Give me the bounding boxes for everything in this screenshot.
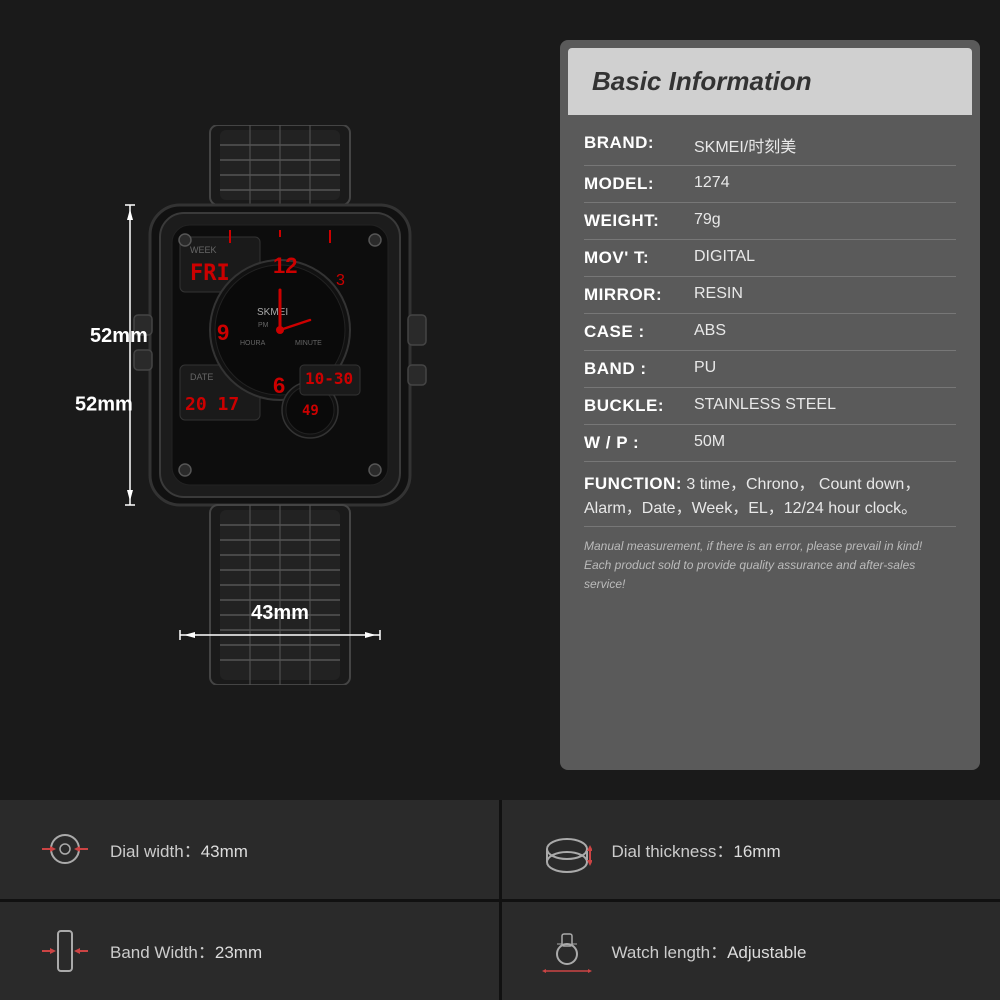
spec-key-2: Band Width： <box>110 943 215 962</box>
svg-text:10-30: 10-30 <box>305 369 353 388</box>
svg-text:3: 3 <box>336 272 345 289</box>
spec-val-0: 43mm <box>201 842 248 861</box>
info-row-value: STAINLESS STEEL <box>694 396 836 414</box>
band-width-icon <box>40 926 90 976</box>
svg-text:6: 6 <box>273 373 285 398</box>
info-row-value: RESIN <box>694 285 743 303</box>
spec-key-3: Watch length： <box>612 943 728 962</box>
function-label: FUNCTION: <box>584 474 682 493</box>
svg-text:SKMEI: SKMEI <box>257 307 288 318</box>
spec-cell-2: Band Width：23mm <box>0 902 499 1000</box>
svg-text:DATE: DATE <box>190 372 213 382</box>
spec-key-0: Dial width： <box>110 842 201 861</box>
info-row-value: 1274 <box>694 174 730 192</box>
spec-cell-0: Dial width：43mm <box>0 800 499 899</box>
info-row-value: ABS <box>694 322 726 340</box>
watch-drawing-wrapper: WEEK FRI DATE 20 17 <box>90 125 470 685</box>
note-line2: Each product sold to provide quality ass… <box>584 558 915 591</box>
info-row-label: W / P : <box>584 433 694 453</box>
info-row-label: WEIGHT: <box>584 211 694 231</box>
info-title: Basic Information <box>592 66 812 96</box>
svg-text:9: 9 <box>217 320 229 345</box>
info-row: BRAND:SKMEI/时刻美 <box>584 125 956 166</box>
info-row-value: 50M <box>694 433 725 451</box>
svg-text:PM: PM <box>258 322 269 329</box>
info-row: BUCKLE:STAINLESS STEEL <box>584 388 956 425</box>
info-row-label: BRAND: <box>584 133 694 153</box>
spec-cell-3: Watch length：Adjustable <box>502 902 1000 1000</box>
spec-text-1: Dial thickness：16mm <box>612 837 781 862</box>
info-row-label: CASE : <box>584 322 694 342</box>
svg-text:FRI: FRI <box>190 261 230 286</box>
spec-val-2: 23mm <box>215 943 262 962</box>
dim-height: 52mm <box>90 325 148 348</box>
spec-val-3: Adjustable <box>727 943 806 962</box>
main-container: 52mm <box>0 0 1000 1000</box>
svg-text:20 17: 20 17 <box>185 394 239 415</box>
spec-cell-1: Dial thickness：16mm <box>502 800 1000 899</box>
info-row-value: PU <box>694 359 716 377</box>
note-line1: Manual measurement, if there is an error… <box>584 539 922 553</box>
info-row: MIRROR:RESIN <box>584 277 956 314</box>
svg-text:HOURA: HOURA <box>240 340 266 347</box>
info-row-value: 79g <box>694 211 721 229</box>
svg-text:12: 12 <box>273 253 297 278</box>
watch-image-container: 52mm <box>70 105 490 705</box>
info-row: BAND :PU <box>584 351 956 388</box>
info-row: MOV' T:DIGITAL <box>584 240 956 277</box>
info-row-value: SKMEI/时刻美 <box>694 133 796 157</box>
info-function-row: FUNCTION: 3 time，Chrono， Count down，Alar… <box>584 462 956 527</box>
info-header: Basic Information <box>568 48 972 115</box>
dial-width-icon <box>40 824 90 874</box>
spec-text-0: Dial width：43mm <box>110 837 248 862</box>
watch-length-icon <box>542 926 592 976</box>
info-row-label: MIRROR: <box>584 285 694 305</box>
dial-thickness-icon <box>542 824 592 874</box>
svg-text:MINUTE: MINUTE <box>295 340 322 347</box>
bottom-section: Dial width：43mm Dial thickness：16mm Band… <box>0 800 1000 1000</box>
spec-key-1: Dial thickness： <box>612 842 734 861</box>
info-row-label: BUCKLE: <box>584 396 694 416</box>
info-note: Manual measurement, if there is an error… <box>584 527 956 600</box>
info-row: CASE :ABS <box>584 314 956 351</box>
info-row-label: MOV' T: <box>584 248 694 268</box>
info-row-label: MODEL: <box>584 174 694 194</box>
watch-section: 52mm <box>20 30 540 780</box>
spec-val-1: 16mm <box>733 842 780 861</box>
watch-svg: WEEK FRI DATE 20 17 <box>90 125 470 685</box>
top-section: 52mm <box>0 0 1000 800</box>
info-section: Basic Information BRAND:SKMEI/时刻美MODEL:1… <box>560 30 980 780</box>
info-row-label: BAND : <box>584 359 694 379</box>
spec-text-2: Band Width：23mm <box>110 938 262 963</box>
info-row: WEIGHT:79g <box>584 203 956 240</box>
svg-text:49: 49 <box>302 403 319 419</box>
spec-text-3: Watch length：Adjustable <box>612 938 807 963</box>
info-row: MODEL:1274 <box>584 166 956 203</box>
info-card: Basic Information BRAND:SKMEI/时刻美MODEL:1… <box>560 40 980 770</box>
dim-width: 43mm <box>251 602 309 625</box>
info-row: W / P :50M <box>584 425 956 462</box>
info-row-value: DIGITAL <box>694 248 755 266</box>
info-body: BRAND:SKMEI/时刻美MODEL:1274WEIGHT:79gMOV' … <box>560 115 980 610</box>
svg-text:WEEK: WEEK <box>190 245 217 255</box>
